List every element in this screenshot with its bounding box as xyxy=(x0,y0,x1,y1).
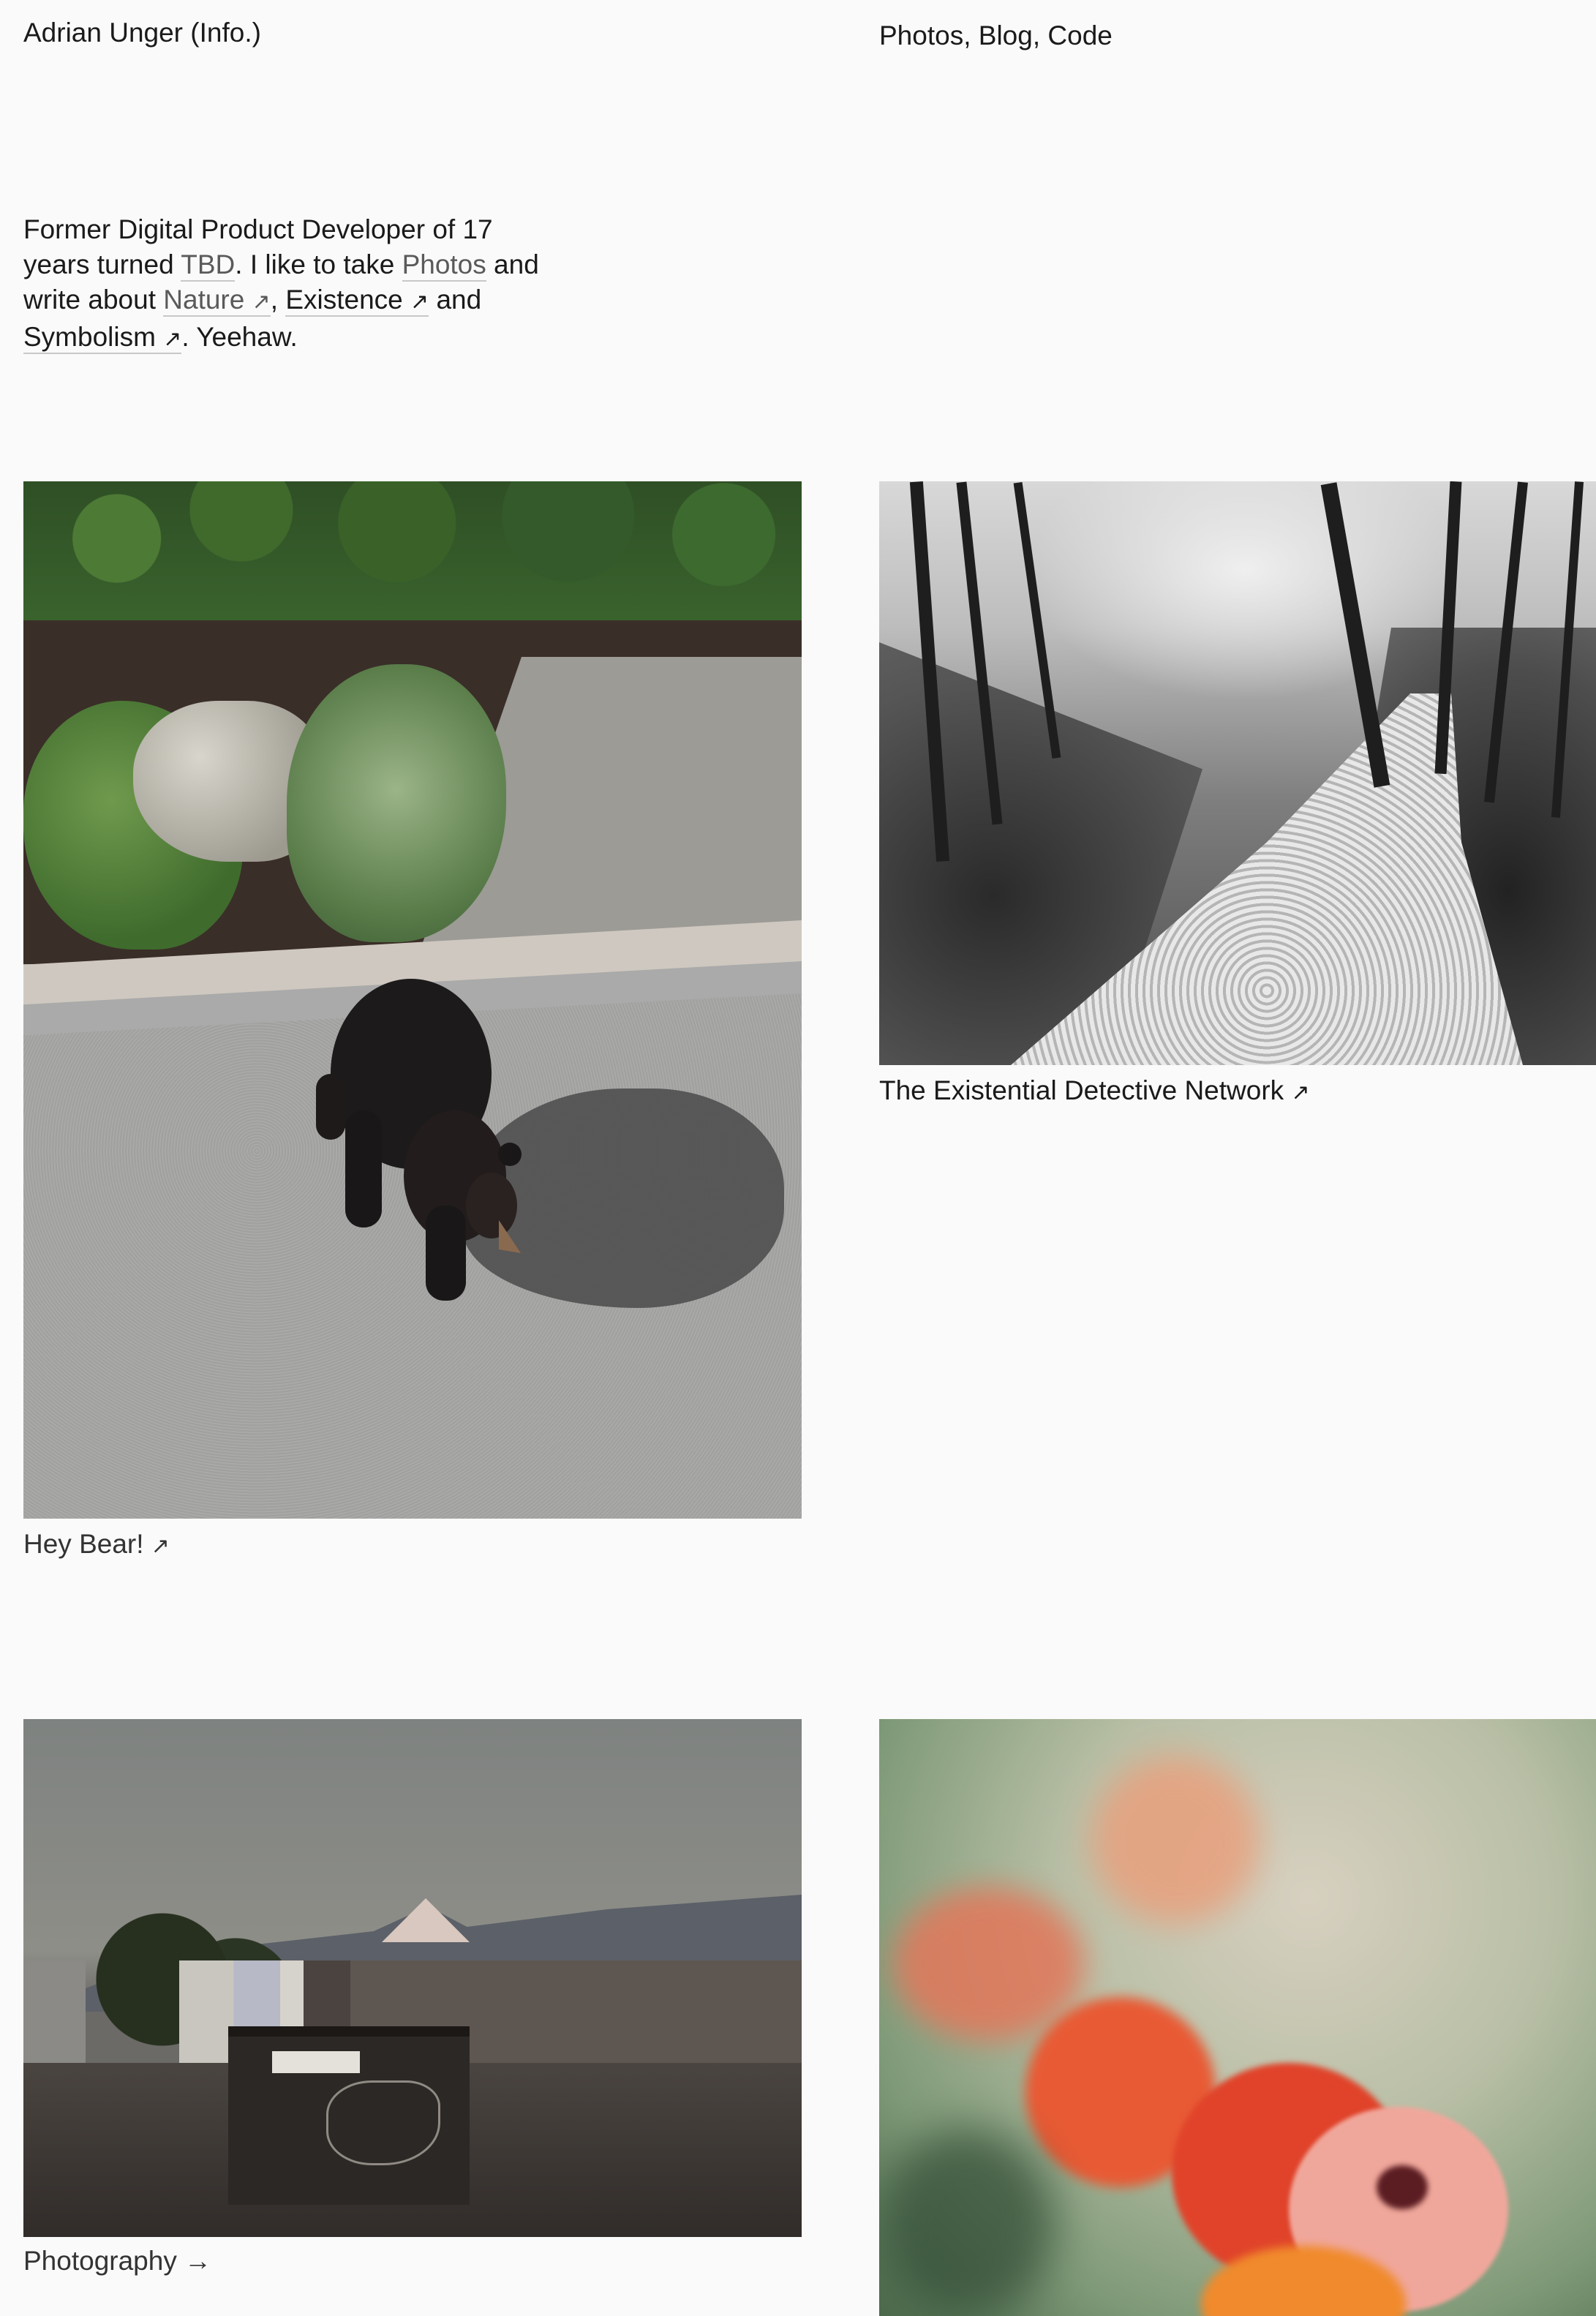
nature-link[interactable]: Nature ↗ xyxy=(163,285,271,317)
symbolism-link[interactable]: Symbolism ↗ xyxy=(23,322,182,354)
external-link-icon: ↗ xyxy=(151,1534,170,1558)
bear-figure xyxy=(316,979,522,1301)
site-title-link[interactable]: Adrian Unger (Info.) xyxy=(23,16,261,50)
intro-text: , xyxy=(270,285,286,315)
intro-paragraph: Former Digital Product Developer of 17 y… xyxy=(23,212,565,357)
nav-photos[interactable]: Photos xyxy=(879,20,963,50)
caption-text: Photography xyxy=(23,2246,177,2276)
dumpster-shape xyxy=(228,2026,470,2205)
intro-text: . I like to take xyxy=(235,249,402,279)
caption-text: Hey Bear! xyxy=(23,1529,144,1559)
external-link-icon: ↗ xyxy=(1291,1080,1310,1105)
post-caption[interactable]: Hey Bear! ↗ xyxy=(23,1527,170,1563)
street-photo[interactable] xyxy=(23,1719,802,2237)
photography-link[interactable]: Photography → xyxy=(23,2244,211,2278)
existence-link[interactable]: Existence ↗ xyxy=(285,285,429,317)
dumpster-label-shape xyxy=(272,2051,360,2073)
snowcap-shape xyxy=(382,1898,470,1942)
tbd-link[interactable]: TBD xyxy=(181,249,236,282)
bear-photo[interactable] xyxy=(23,481,802,1519)
intro-text: . Yeehaw. xyxy=(181,322,298,352)
graffiti-shape xyxy=(326,2080,440,2165)
forest-path-photo[interactable] xyxy=(879,481,1596,1065)
external-link-icon: ↗ xyxy=(410,290,429,314)
caption-text: The Existential Detective Network xyxy=(879,1075,1284,1105)
external-link-icon: ↗ xyxy=(252,290,271,314)
nav-code[interactable]: Code xyxy=(1047,20,1112,50)
nav-separator: , xyxy=(1032,20,1048,50)
nav-separator: , xyxy=(963,20,979,50)
poppy-center-shape xyxy=(1377,2165,1428,2209)
post-caption[interactable]: The Existential Detective Network ↗ xyxy=(879,1074,1310,1110)
foliage-shape xyxy=(879,2129,1055,2316)
nature-link-label: Nature xyxy=(163,285,245,315)
arrow-right-icon: → xyxy=(184,2246,212,2276)
photos-link[interactable]: Photos xyxy=(402,249,486,282)
existence-link-label: Existence xyxy=(285,285,403,315)
poppies-photo[interactable] xyxy=(879,1719,1596,2316)
poppy-blur-shape xyxy=(1091,1756,1260,1924)
main-nav: Photos, Blog, Code xyxy=(879,19,1113,53)
poppy-blur-shape xyxy=(894,1887,1084,2041)
hosta-plant-shape xyxy=(287,664,506,942)
nav-blog[interactable]: Blog xyxy=(979,20,1033,50)
symbolism-link-label: Symbolism xyxy=(23,322,156,352)
intro-text: and xyxy=(429,285,482,315)
external-link-icon: ↗ xyxy=(163,327,182,351)
